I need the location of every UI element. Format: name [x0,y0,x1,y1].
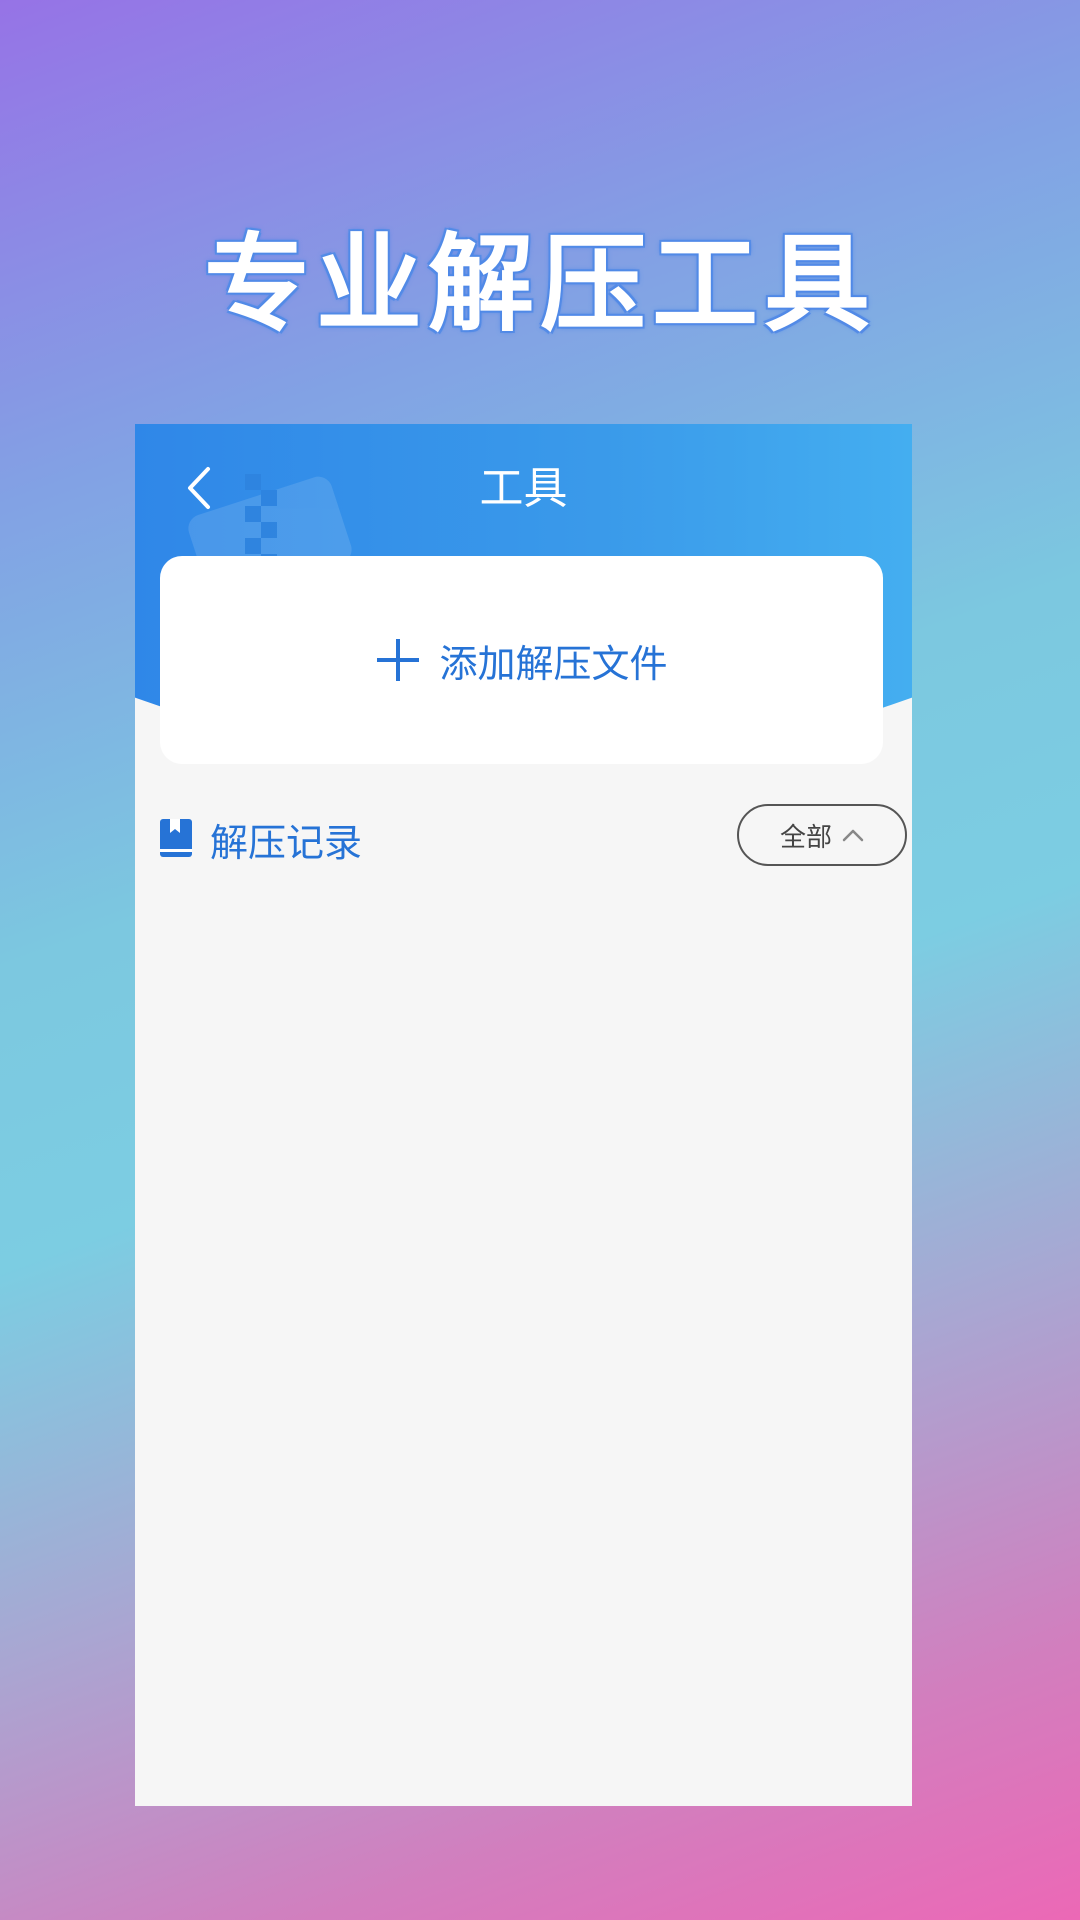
records-title: 解压记录 [210,821,363,865]
filter-dropdown[interactable]: 全部 [737,804,907,866]
app-screen: 工具 添加解压文件 解压记录 全部 [135,424,912,1806]
add-archive-button[interactable]: 添加解压文件 [160,556,883,764]
add-archive-label: 添加解压文件 [439,641,668,686]
hero-title: 专业解压工具 [204,223,876,346]
chevron-up-icon [842,829,864,842]
bookmark-icon [160,819,192,857]
records-header: 解压记录 全部 [160,804,907,874]
filter-label: 全部 [779,822,832,853]
plus-icon [377,639,420,681]
page-title: 工具 [479,463,568,514]
